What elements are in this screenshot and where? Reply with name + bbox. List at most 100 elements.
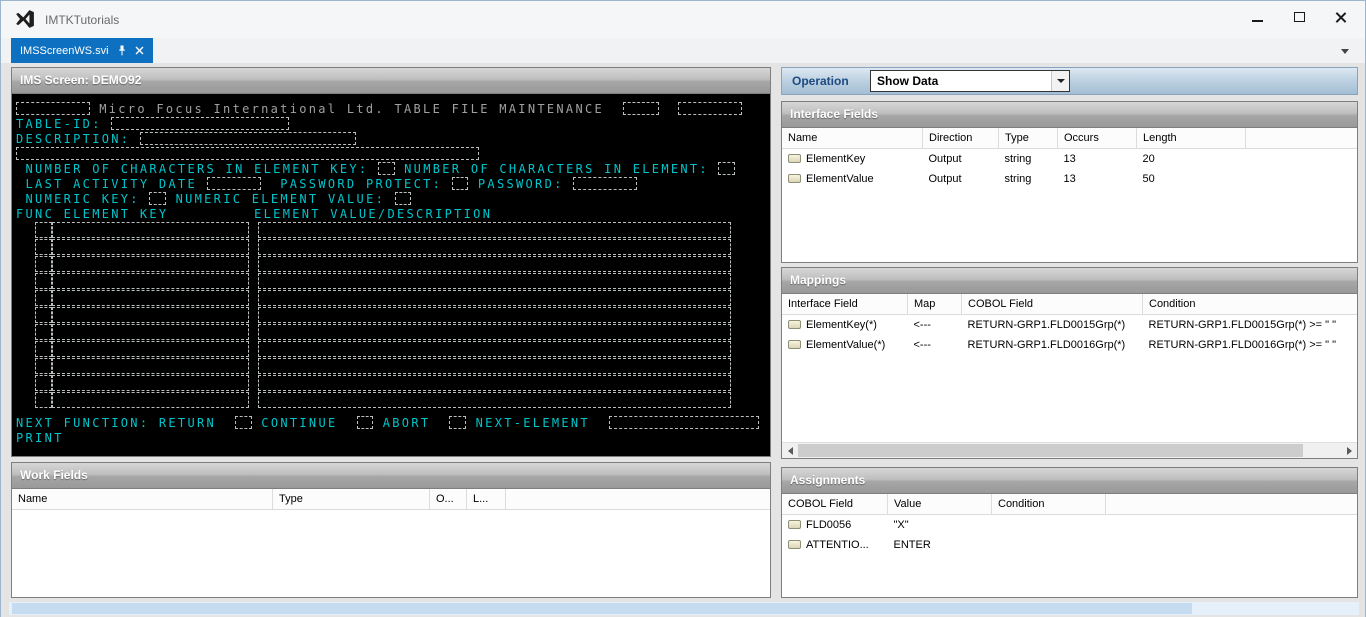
table-cell[interactable]: <--- [908, 335, 962, 355]
column-header[interactable]: Name [12, 489, 273, 510]
screen-input-field[interactable] [52, 358, 249, 374]
table-cell[interactable]: RETURN-GRP1.FLD0015Grp(*) >= " " [1143, 315, 1358, 336]
column-header[interactable]: Type [999, 128, 1058, 149]
column-header[interactable]: Value [888, 494, 992, 515]
screen-input-field[interactable] [35, 341, 52, 357]
table-cell[interactable]: string [999, 169, 1058, 189]
table-cell[interactable]: FLD0056 [782, 515, 888, 536]
table-cell[interactable]: ElementKey [782, 149, 923, 170]
scroll-right-button[interactable] [1341, 443, 1357, 458]
table-cell[interactable]: Output [923, 149, 999, 170]
table-cell[interactable]: 13 [1058, 169, 1137, 189]
screen-input-field[interactable] [35, 358, 52, 374]
table-cell[interactable]: ATTENTIO... [782, 535, 888, 555]
screen-input-field[interactable] [35, 239, 52, 255]
screen-input-field[interactable] [718, 162, 735, 175]
screen-input-field[interactable] [52, 256, 249, 272]
column-header[interactable]: Name [782, 128, 923, 149]
column-header[interactable]: L... [467, 489, 506, 510]
screen-input-field[interactable] [35, 392, 52, 408]
screen-input-field[interactable] [573, 177, 637, 190]
screen-input-field[interactable] [35, 307, 52, 323]
screen-input-field[interactable] [35, 273, 52, 289]
table-row[interactable]: ElementKey(*)<---RETURN-GRP1.FLD0015Grp(… [782, 315, 1357, 336]
table-cell[interactable]: 50 [1137, 169, 1246, 189]
screen-input-field[interactable] [258, 375, 731, 391]
screen-input-field[interactable] [35, 290, 52, 306]
screen-input-field[interactable] [395, 192, 412, 205]
tab-imsscreenws[interactable]: IMSScreenWS.svi [11, 38, 153, 63]
column-header[interactable]: Condition [992, 494, 1106, 515]
screen-input-field[interactable] [357, 416, 374, 429]
screen-input-field[interactable] [111, 117, 289, 130]
table-row[interactable]: ElementValueOutputstring1350 [782, 169, 1357, 189]
screen-input-field[interactable] [207, 177, 262, 190]
column-header[interactable]: Length [1137, 128, 1246, 149]
scrollbar-track[interactable] [798, 443, 1341, 458]
table-cell[interactable]: RETURN-GRP1.FLD0016Grp(*) >= " " [1143, 335, 1358, 355]
screen-input-field[interactable] [52, 222, 249, 238]
screen-input-field[interactable] [52, 290, 249, 306]
table-cell[interactable]: 20 [1137, 149, 1246, 170]
table-row[interactable]: ElementKeyOutputstring1320 [782, 149, 1357, 170]
close-button[interactable] [1325, 5, 1357, 29]
screen-input-field[interactable] [149, 192, 166, 205]
scrollbar-thumb[interactable] [12, 603, 1192, 614]
screen-input-field[interactable] [258, 256, 731, 272]
table-cell[interactable] [992, 535, 1106, 555]
tab-close-icon[interactable] [135, 46, 144, 55]
table-cell[interactable]: ElementKey(*) [782, 315, 908, 336]
table-row[interactable]: FLD0056"X" [782, 515, 1357, 536]
screen-input-field[interactable] [140, 132, 356, 145]
screen-input-field[interactable] [378, 162, 395, 175]
screen-input-field[interactable] [16, 102, 90, 115]
screen-input-field[interactable] [52, 341, 249, 357]
operation-dropdown[interactable]: Show Data [870, 70, 1070, 92]
screen-input-field[interactable] [16, 147, 479, 160]
screen-input-field[interactable] [258, 273, 731, 289]
table-cell[interactable]: RETURN-GRP1.FLD0016Grp(*) [962, 335, 1143, 355]
screen-input-field[interactable] [35, 256, 52, 272]
table-cell[interactable]: <--- [908, 315, 962, 336]
column-header[interactable]: Direction [923, 128, 999, 149]
screen-input-field[interactable] [258, 358, 731, 374]
table-cell[interactable]: 13 [1058, 149, 1137, 170]
table-cell[interactable] [992, 515, 1106, 536]
table-row[interactable]: ElementValue(*)<---RETURN-GRP1.FLD0016Gr… [782, 335, 1357, 355]
screen-input-field[interactable] [35, 324, 52, 340]
column-header[interactable]: Type [273, 489, 430, 510]
column-header[interactable]: COBOL Field [962, 294, 1143, 315]
table-cell[interactable]: string [999, 149, 1058, 170]
screen-input-field[interactable] [258, 392, 731, 408]
screen-input-field[interactable] [258, 341, 731, 357]
screen-input-field[interactable] [35, 375, 52, 391]
tab-list-dropdown-icon[interactable] [1341, 49, 1349, 54]
screen-input-field[interactable] [258, 239, 731, 255]
screen-input-field[interactable] [449, 416, 466, 429]
screen-input-field[interactable] [258, 324, 731, 340]
column-header[interactable]: O... [430, 489, 467, 510]
screen-input-field[interactable] [52, 375, 249, 391]
screen-input-field[interactable] [678, 102, 742, 115]
screen-input-field[interactable] [235, 416, 252, 429]
screen-input-field[interactable] [52, 239, 249, 255]
screen-input-field[interactable] [258, 290, 731, 306]
page-horizontal-scrollbar[interactable] [9, 602, 1359, 615]
screen-input-field[interactable] [623, 102, 659, 115]
column-header[interactable]: Interface Field [782, 294, 908, 315]
table-cell[interactable]: Output [923, 169, 999, 189]
screen-input-field[interactable] [258, 307, 731, 323]
screen-input-field[interactable] [258, 222, 731, 238]
table-cell[interactable]: ENTER [888, 535, 992, 555]
column-header[interactable]: Map [908, 294, 962, 315]
column-header[interactable]: Condition [1143, 294, 1358, 315]
ims-terminal-screen[interactable]: Micro Focus International Ltd. TABLE FIL… [12, 94, 770, 456]
screen-input-field[interactable] [52, 307, 249, 323]
scrollbar-thumb[interactable] [798, 444, 1303, 457]
mappings-horizontal-scrollbar[interactable] [782, 442, 1357, 458]
table-cell[interactable]: RETURN-GRP1.FLD0015Grp(*) [962, 315, 1143, 336]
screen-input-field[interactable] [452, 177, 469, 190]
screen-input-field[interactable] [52, 392, 249, 408]
operation-dropdown-button[interactable] [1051, 71, 1069, 91]
table-row[interactable]: ATTENTIO...ENTER [782, 535, 1357, 555]
